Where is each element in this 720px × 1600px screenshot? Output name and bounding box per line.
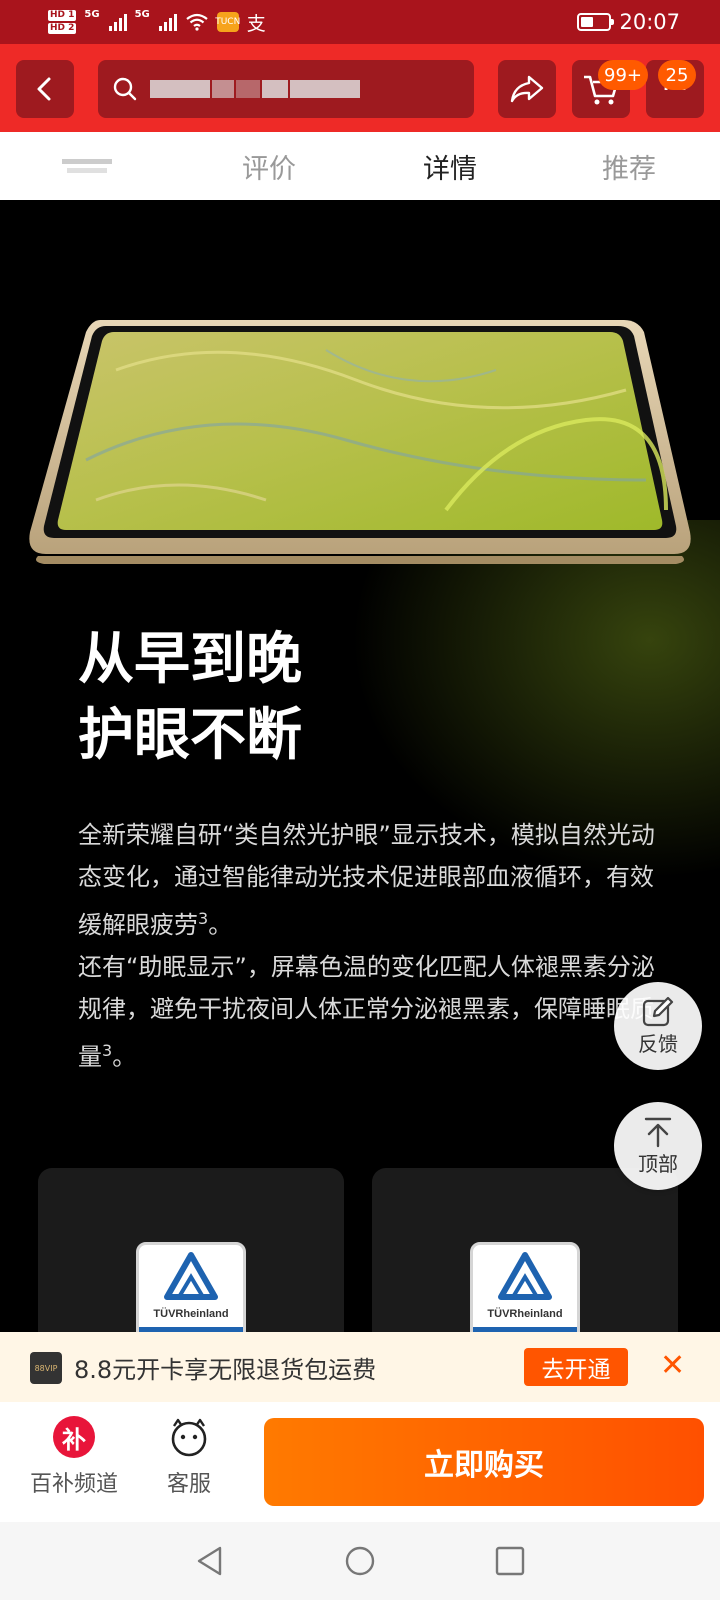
footnote-marker: 3: [198, 909, 209, 928]
back-button[interactable]: [16, 60, 74, 118]
subsidy-channel-button[interactable]: 补 百补频道: [26, 1416, 122, 1498]
description-paragraph-2: 还有“助眠显示”，屏幕色温的变化匹配人体褪黑素分泌规律，避免干扰夜间人体正常分泌…: [78, 946, 658, 1078]
hd-voice-icon: HD 1 HD 2: [48, 10, 77, 34]
paragraph-2-text: 还有“助眠显示”，屏幕色温的变化匹配人体褪黑素分泌规律，避免干扰夜间人体正常分泌…: [78, 953, 655, 1071]
network-label-2: 5G: [134, 8, 150, 20]
app-notification-icon: TUCN: [215, 12, 240, 32]
cart-count-badge: 99+: [598, 60, 648, 90]
top-label: 顶部: [638, 1151, 678, 1176]
paragraph-1-end: 。: [208, 911, 233, 939]
close-icon[interactable]: ✕: [660, 1348, 685, 1383]
feedback-button[interactable]: 反馈: [614, 982, 702, 1070]
detail-tabs: 评价 详情 推荐: [0, 132, 720, 200]
tuv-rheinland-logo: TÜVRheinland: [136, 1242, 246, 1332]
tablet-product-image: [29, 320, 691, 564]
chevron-left-icon: [37, 77, 51, 101]
tab-details[interactable]: 详情: [423, 132, 477, 200]
message-count-badge: 25: [658, 60, 696, 90]
footnote-marker: 3: [102, 1041, 113, 1060]
customer-service-button[interactable]: 客服: [158, 1416, 220, 1498]
buy-now-button[interactable]: 立即购买: [264, 1418, 704, 1506]
subsidy-icon: 补: [53, 1416, 95, 1458]
tuv-label: TÜVRheinland: [487, 1307, 562, 1320]
headline-line-1: 从早到晚: [78, 627, 302, 692]
headline-line-2: 护眼不断: [78, 703, 302, 768]
tuv-label: TÜVRheinland: [153, 1307, 228, 1320]
subsidy-label: 百补频道: [29, 1472, 118, 1497]
clock: 20:07: [619, 10, 680, 34]
tuv-triangle-icon: TÜVRheinland: [139, 1252, 243, 1332]
status-bar: HD 1 HD 2 5G 5G TUCN 支 20:07: [0, 0, 720, 44]
share-icon: [510, 75, 544, 103]
customer-service-icon: [171, 1418, 207, 1457]
signal-icon: [108, 13, 127, 31]
system-navigation-bar: [0, 1522, 720, 1600]
arrow-up-icon: [644, 1117, 672, 1147]
nav-recents-icon[interactable]: [494, 1545, 526, 1577]
edit-icon: [642, 996, 674, 1026]
battery-icon: [577, 13, 615, 31]
certification-card: TÜVRheinland: [38, 1168, 344, 1332]
status-indicators: HD 1 HD 2 5G 5G TUCN 支: [48, 9, 266, 36]
header: ··· 99+ 25: [0, 44, 720, 132]
headline: 从早到晚 护眼不断: [78, 622, 302, 774]
tuv-rheinland-logo: TÜVRheinland: [470, 1242, 580, 1332]
paragraph-1-text: 全新荣耀自研“类自然光护眼”显示技术，模拟自然光动态变化，通过智能律动光技术促进…: [78, 821, 655, 939]
wifi-icon: [186, 13, 208, 31]
description-paragraph-1: 全新荣耀自研“类自然光护眼”显示技术，模拟自然光动态变化，通过智能律动光技术促进…: [78, 814, 658, 946]
paragraph-2-end: 。: [112, 1043, 137, 1071]
bottom-action-bar: 补 百补频道 客服 立即购买: [0, 1402, 720, 1522]
feedback-label: 反馈: [638, 1031, 678, 1056]
signal-icon: [158, 13, 177, 31]
tab-product-redacted[interactable]: [62, 132, 112, 200]
search-bar[interactable]: [98, 60, 474, 118]
back-to-top-button[interactable]: 顶部: [614, 1102, 702, 1190]
vip-promo-banner: 88VIP 8.8元开卡享无限退货包运费 去开通 ✕: [0, 1332, 720, 1402]
tab-reviews[interactable]: 评价: [242, 132, 296, 200]
hd-label-1: HD 1: [48, 10, 77, 21]
product-detail-content: 从早到晚 护眼不断 全新荣耀自研“类自然光护眼”显示技术，模拟自然光动态变化，通…: [0, 200, 720, 1332]
search-query-redacted: [150, 80, 360, 98]
vip-activate-button[interactable]: 去开通: [524, 1348, 628, 1386]
feature-description: 全新荣耀自研“类自然光护眼”显示技术，模拟自然光动态变化，通过智能律动光技术促进…: [78, 814, 658, 1078]
alipay-icon: 支: [246, 12, 266, 35]
search-icon: [113, 77, 137, 101]
88vip-logo: 88VIP: [30, 1352, 62, 1384]
tab-recommend[interactable]: 推荐: [602, 132, 656, 200]
network-label-1: 5G: [84, 8, 100, 20]
vip-promo-text: 8.8元开卡享无限退货包运费: [74, 1356, 377, 1384]
share-button[interactable]: [498, 60, 556, 118]
nav-home-icon[interactable]: [344, 1545, 376, 1577]
certification-card: TÜVRheinland: [372, 1168, 678, 1332]
tuv-triangle-icon: TÜVRheinland: [473, 1252, 577, 1332]
status-right: 20:07: [577, 10, 680, 34]
customer-service-label: 客服: [166, 1472, 211, 1497]
nav-back-icon[interactable]: [194, 1545, 226, 1577]
hd-label-2: HD 2: [48, 23, 77, 34]
